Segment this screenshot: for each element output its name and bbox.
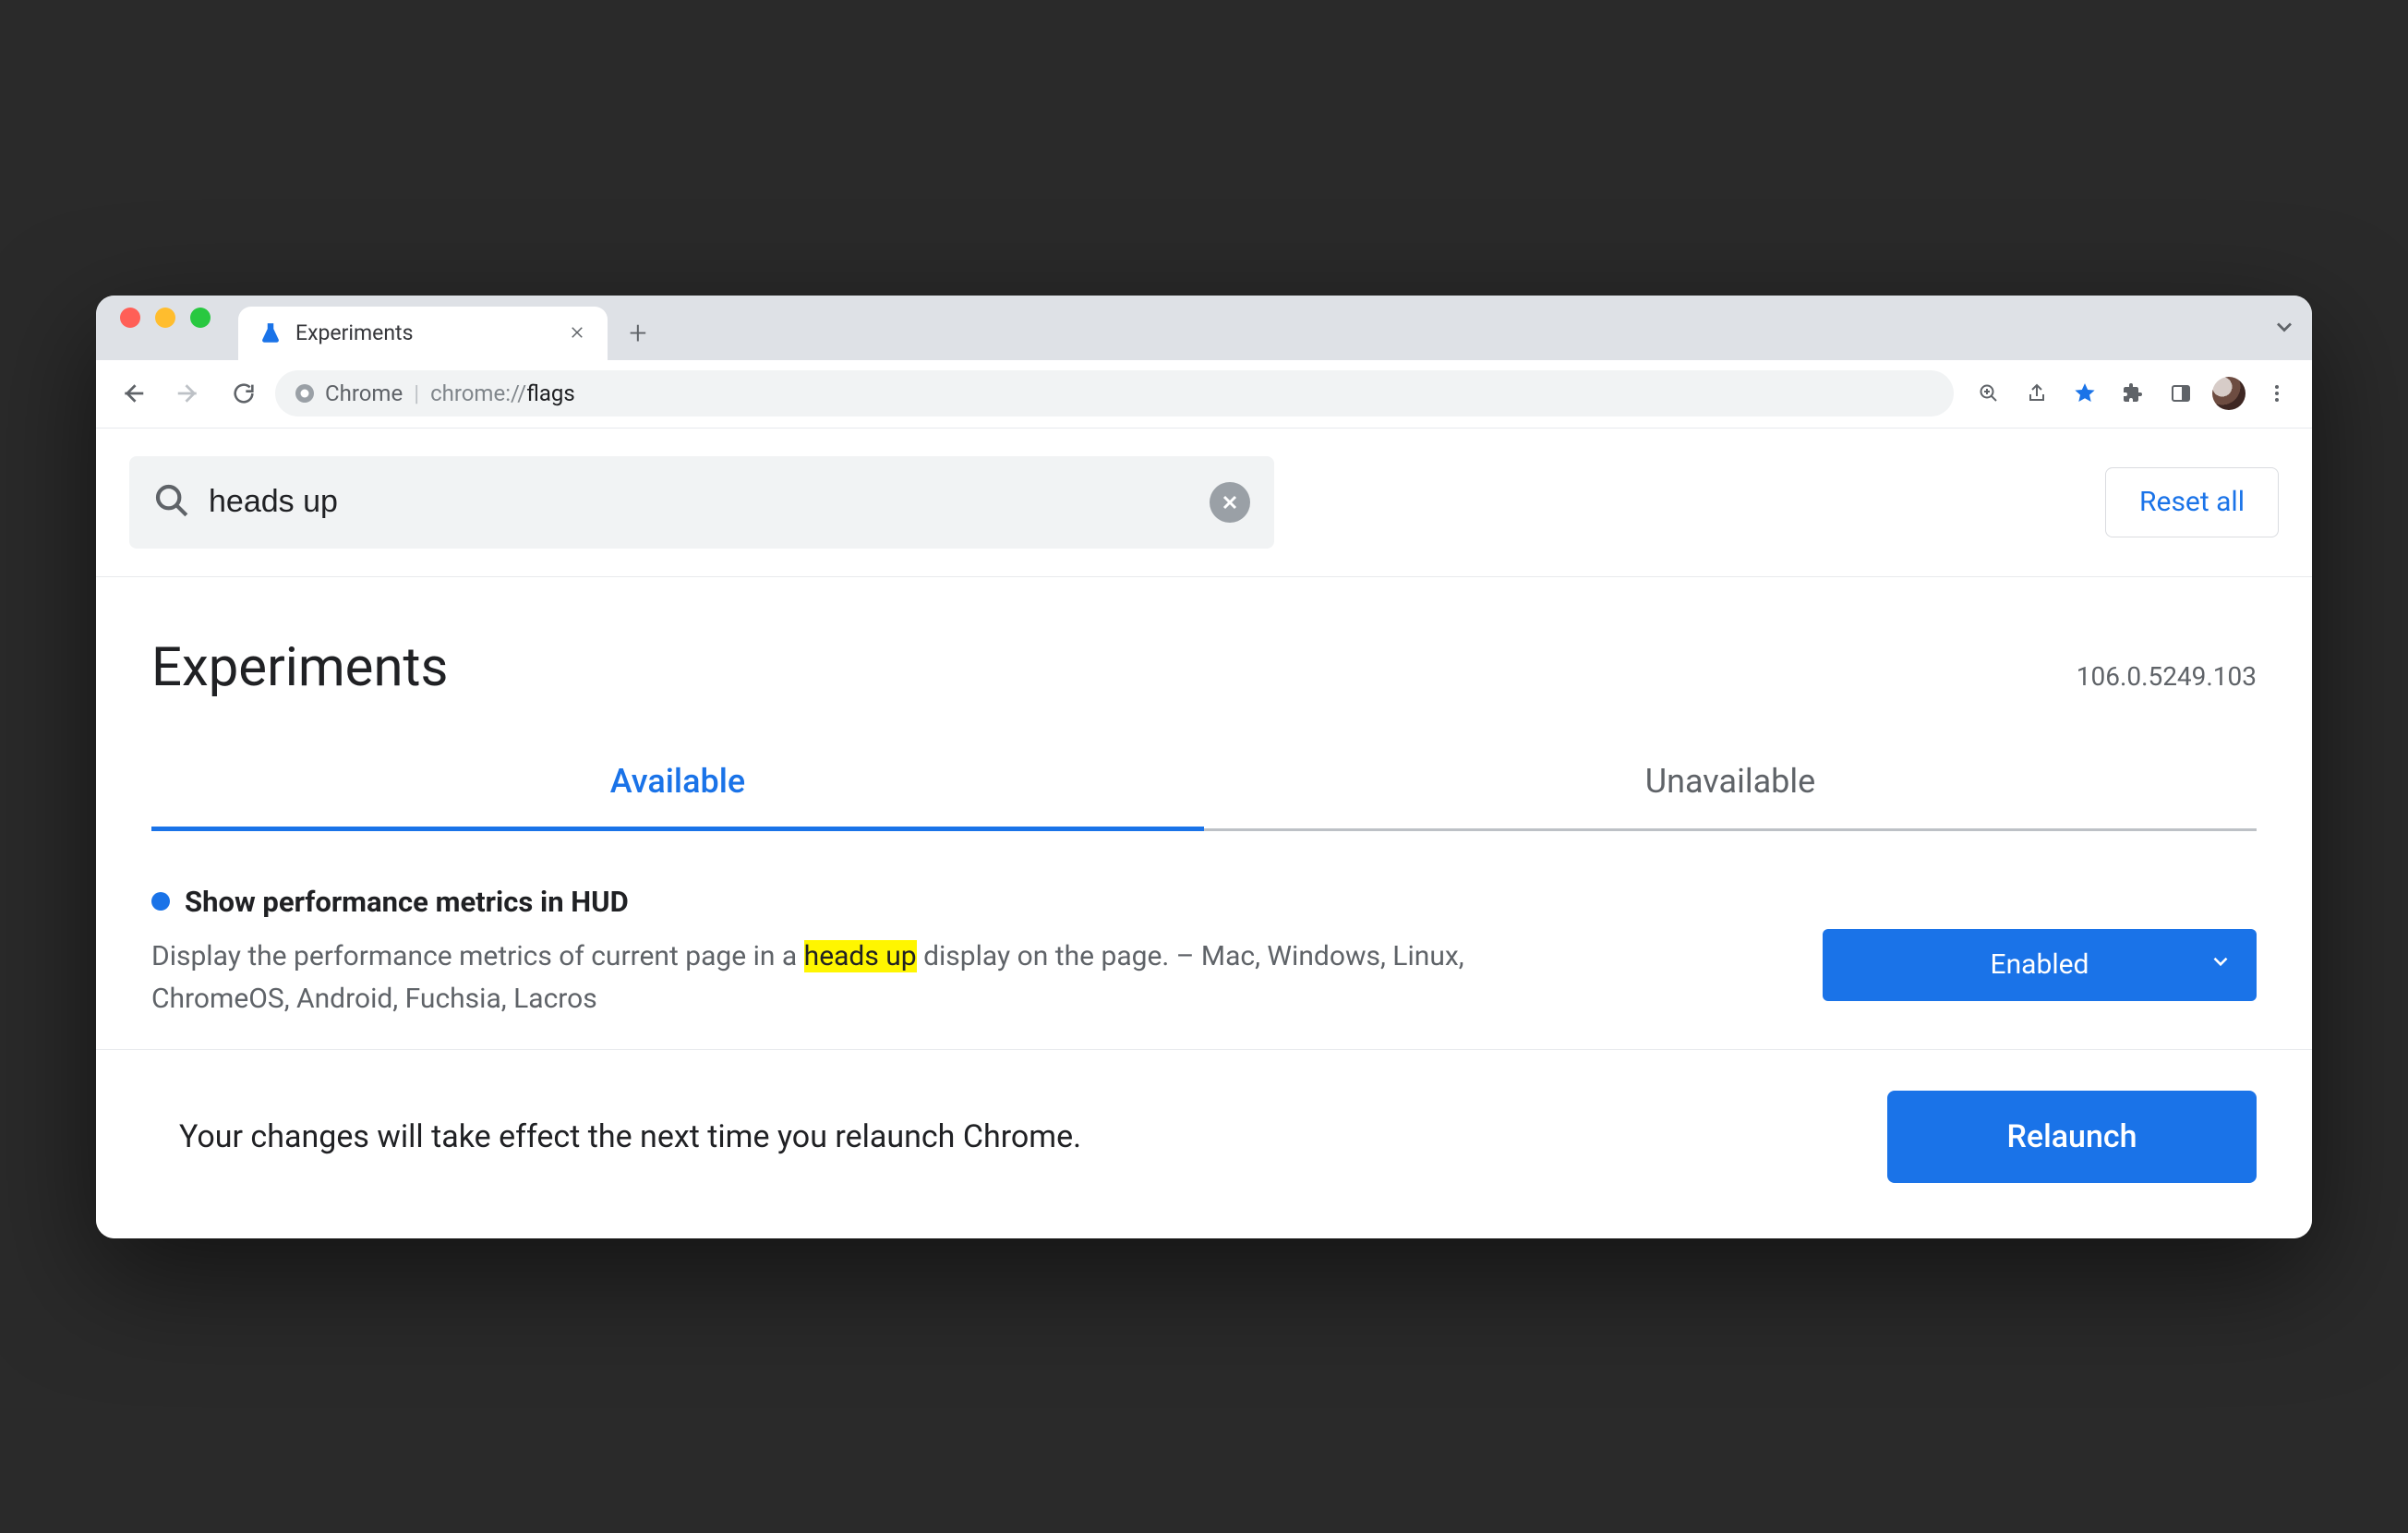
close-tab-button[interactable]: [563, 320, 591, 346]
browser-window: Experiments + Chrome | chrome://f: [96, 296, 2312, 1238]
relaunch-message: Your changes will take effect the next t…: [179, 1118, 1081, 1155]
profile-avatar[interactable]: [2207, 371, 2251, 416]
zoom-icon[interactable]: [1967, 371, 2011, 416]
bookmark-star-icon[interactable]: [2063, 371, 2107, 416]
avatar: [2212, 377, 2245, 410]
extensions-icon[interactable]: [2111, 371, 2155, 416]
toolbar-actions: [1961, 371, 2299, 416]
tab-unavailable[interactable]: Unavailable: [1204, 736, 2257, 831]
flag-state-select[interactable]: Enabled: [1823, 929, 2257, 1001]
flag-desc-highlight: heads up: [804, 940, 917, 972]
search-icon: [153, 482, 190, 523]
page-content: Reset all Experiments 106.0.5249.103 Ava…: [96, 429, 2312, 1238]
clear-search-button[interactable]: [1210, 482, 1250, 523]
fullscreen-window-button[interactable]: [190, 308, 211, 328]
new-tab-button[interactable]: +: [615, 310, 661, 356]
flag-desc-before: Display the performance metrics of curre…: [151, 940, 804, 972]
reset-all-label: Reset all: [2139, 486, 2245, 518]
tab-strip: Experiments +: [96, 296, 2312, 360]
tab-title: Experiments: [295, 320, 550, 345]
minimize-window-button[interactable]: [155, 308, 175, 328]
close-window-button[interactable]: [120, 308, 140, 328]
flag-state-value: Enabled: [1991, 948, 2089, 981]
flags-search-input[interactable]: [209, 484, 1191, 520]
chrome-version: 106.0.5249.103: [2077, 661, 2257, 692]
url-path: flags: [526, 380, 575, 406]
back-button[interactable]: [109, 369, 157, 417]
chevron-down-icon: [2209, 948, 2233, 981]
relaunch-button[interactable]: Relaunch: [1887, 1091, 2257, 1183]
flag-title: Show performance metrics in HUD: [185, 885, 629, 919]
tab-available-label: Available: [610, 762, 745, 801]
menu-button[interactable]: [2255, 371, 2299, 416]
omnibox-separator: |: [414, 380, 419, 406]
flags-search-box[interactable]: [129, 456, 1274, 549]
tab-unavailable-label: Unavailable: [1645, 762, 1815, 801]
flags-search-row: Reset all: [96, 429, 2312, 577]
heading-row: Experiments 106.0.5249.103: [96, 577, 2312, 736]
changed-indicator-icon: [151, 892, 170, 911]
url-scheme: chrome://: [430, 380, 526, 406]
address-bar[interactable]: Chrome | chrome://flags: [275, 370, 1954, 416]
site-info-button[interactable]: Chrome: [294, 380, 403, 406]
flag-item: Show performance metrics in HUD Display …: [96, 831, 2312, 1050]
tabs-dropdown-button[interactable]: [2271, 314, 2297, 344]
forward-button[interactable]: [164, 369, 212, 417]
page-title: Experiments: [151, 636, 448, 699]
flag-title-row: Show performance metrics in HUD: [151, 885, 1776, 919]
flag-text: Show performance metrics in HUD Display …: [151, 885, 1776, 1021]
share-icon[interactable]: [2015, 371, 2059, 416]
side-panel-icon[interactable]: [2159, 371, 2203, 416]
tab-available[interactable]: Available: [151, 736, 1204, 831]
url-label: Chrome: [325, 380, 403, 406]
browser-toolbar: Chrome | chrome://flags: [96, 360, 2312, 429]
window-controls: [120, 296, 238, 360]
relaunch-bar: Your changes will take effect the next t…: [96, 1050, 2312, 1238]
flags-tabs: Available Unavailable: [96, 736, 2312, 831]
browser-tab[interactable]: Experiments: [238, 307, 608, 360]
flask-icon: [259, 321, 283, 345]
relaunch-button-label: Relaunch: [2006, 1118, 2137, 1155]
flag-description: Display the performance metrics of curre…: [151, 935, 1472, 1021]
reset-all-button[interactable]: Reset all: [2105, 467, 2279, 537]
reload-button[interactable]: [220, 369, 268, 417]
